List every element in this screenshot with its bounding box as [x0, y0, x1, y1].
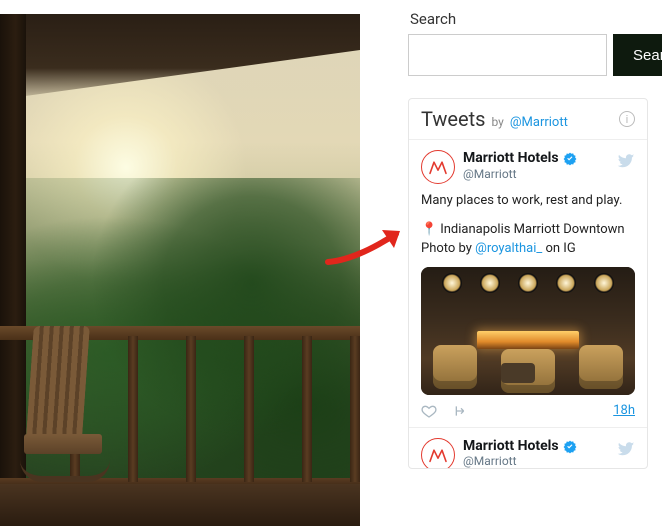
tweet-item: Marriott Hotels @Marriott Many places to… [409, 140, 647, 428]
twitter-bird-icon [617, 440, 635, 458]
tweet-location-line: 📍Indianapolis Marriott Downtown [421, 221, 635, 240]
tweet-body: Many places to work, rest and play. 📍Ind… [421, 184, 635, 259]
tweet-media-image[interactable] [421, 267, 635, 395]
tweets-title: Tweets [421, 107, 485, 131]
tweet-text-line: Many places to work, rest and play. [421, 192, 635, 211]
search-input[interactable] [408, 34, 607, 76]
tweet-credit-line: Photo by @royalthai_ on IG [421, 240, 635, 259]
hero-scenic-image [0, 14, 360, 526]
pin-icon: 📍 [421, 222, 437, 237]
share-icon[interactable] [453, 403, 469, 419]
tweets-widget: Tweets by @Marriott i Marriott [408, 98, 648, 469]
like-icon[interactable] [421, 403, 437, 419]
tweets-handle-link[interactable]: @Marriott [510, 115, 568, 130]
tweet-timestamp[interactable]: 18h [613, 403, 635, 418]
search-label: Search [410, 10, 648, 28]
tweet-handle[interactable]: @Marriott [463, 167, 577, 181]
tweet-handle[interactable]: @Marriott [463, 454, 577, 467]
tweets-by-label: by [491, 115, 503, 129]
search-button[interactable]: Search [613, 34, 662, 76]
photo-credit-link[interactable]: @royalthai_ [475, 241, 542, 256]
verified-badge-icon [563, 439, 577, 453]
tweet-display-name[interactable]: Marriott Hotels [463, 438, 559, 455]
tweet-display-name[interactable]: Marriott Hotels [463, 150, 559, 167]
tweet-item: Marriott Hotels @Marriott [409, 428, 647, 468]
avatar[interactable] [421, 150, 455, 184]
twitter-bird-icon [617, 152, 635, 170]
info-icon[interactable]: i [619, 111, 635, 127]
verified-badge-icon [563, 151, 577, 165]
avatar[interactable] [421, 438, 455, 468]
